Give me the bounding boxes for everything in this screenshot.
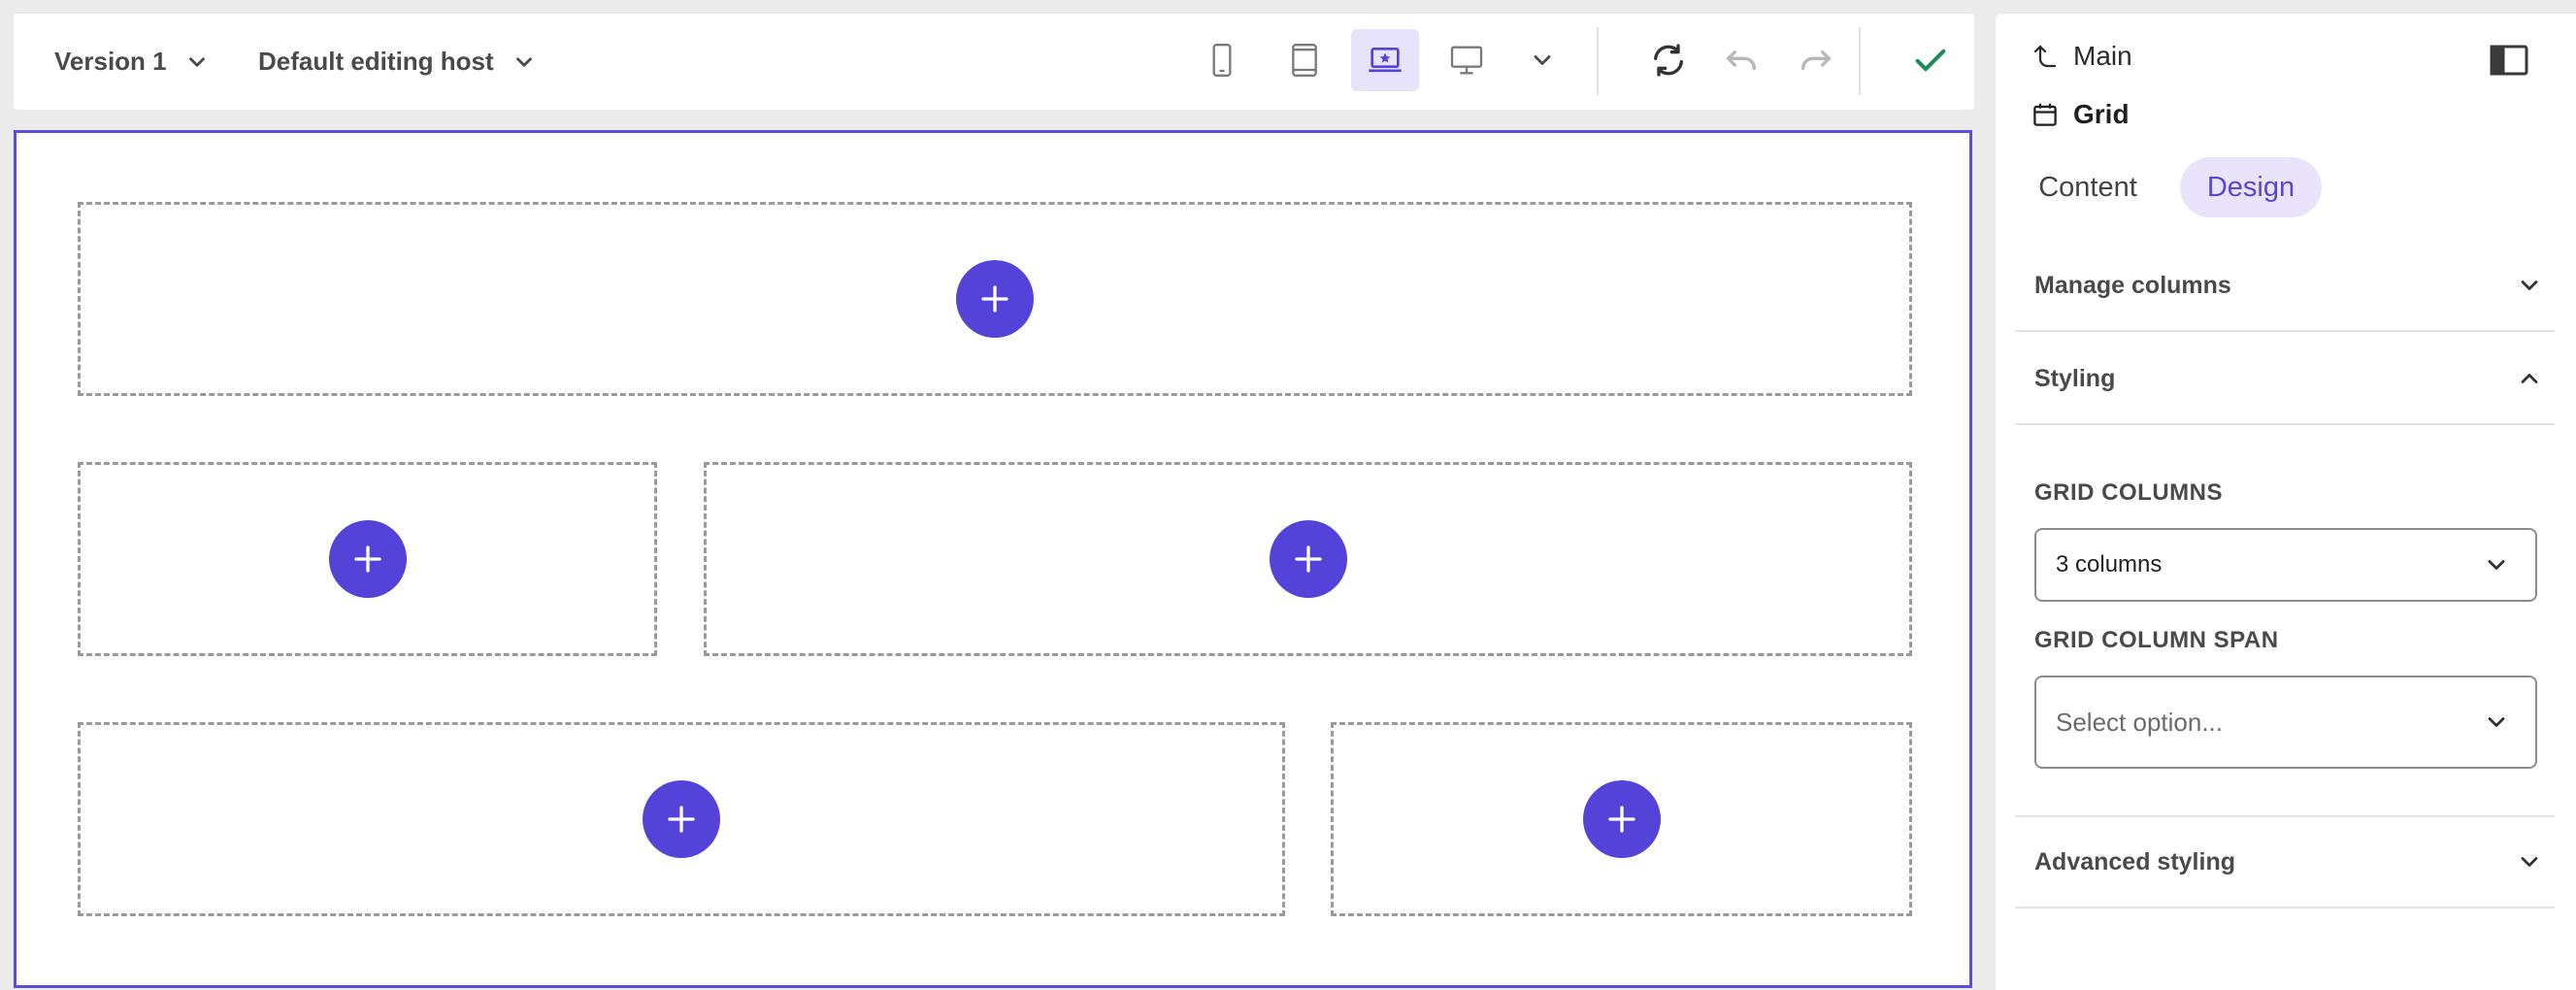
styling-section[interactable]: Styling	[2015, 334, 2555, 425]
calendar-icon	[2033, 103, 2057, 126]
breadcrumb-parent[interactable]: Main	[2031, 41, 2132, 72]
tablet-icon	[1292, 44, 1317, 77]
grid-slot	[1331, 722, 1912, 916]
grid-columns-label: GRID COLUMNS	[2034, 479, 2223, 506]
save-check-button[interactable]	[1897, 29, 1965, 91]
editor-toolbar: Version 1 Default editing host	[14, 14, 1974, 110]
plus-icon	[1607, 806, 1635, 833]
chevron-down-icon	[2521, 280, 2538, 290]
editing-host-label: Default editing host	[258, 47, 494, 76]
chevron-down-icon	[1534, 55, 1551, 65]
undo-button[interactable]	[1707, 29, 1775, 91]
device-desktop-button[interactable]	[1433, 29, 1501, 91]
device-more-button[interactable]	[1516, 29, 1569, 91]
breadcrumb-current-label: Grid	[2073, 99, 2130, 129]
grid-columns-value: 3 columns	[2056, 551, 2163, 578]
grid-column-span-label: GRID COLUMN SPAN	[2034, 627, 2279, 653]
manage-columns-label: Manage columns	[2034, 271, 2231, 299]
advanced-styling-label: Advanced styling	[2034, 847, 2235, 875]
version-dropdown[interactable]: Version 1	[54, 14, 210, 110]
toolbar-divider	[1597, 27, 1599, 95]
add-component-button[interactable]	[643, 780, 720, 858]
add-component-button[interactable]	[956, 260, 1034, 338]
chevron-down-icon	[2521, 857, 2538, 867]
undo-icon	[1727, 50, 1756, 71]
refresh-icon	[1654, 44, 1683, 77]
chevron-down-icon	[188, 56, 205, 67]
breadcrumb-parent-label: Main	[2073, 41, 2132, 71]
chevron-down-icon	[2488, 560, 2505, 570]
device-laptop-button[interactable]	[1351, 29, 1419, 91]
tab-content[interactable]: Content	[2015, 157, 2161, 217]
redo-button[interactable]	[1782, 29, 1850, 91]
desktop-icon	[1450, 46, 1483, 75]
sidebar-toggle-icon	[2490, 45, 2528, 76]
plus-icon	[668, 806, 695, 833]
grid-canvas	[14, 130, 1972, 988]
redo-icon	[1801, 50, 1831, 71]
breadcrumb-current: Grid	[2031, 99, 2130, 130]
toolbar-divider	[1859, 27, 1861, 95]
add-component-button[interactable]	[1269, 520, 1347, 598]
refresh-button[interactable]	[1635, 29, 1702, 91]
grid-slot	[78, 202, 1912, 396]
grid-slot	[704, 462, 1912, 656]
properties-panel: Main Grid Content Design Manage columns …	[1996, 14, 2576, 990]
manage-columns-section[interactable]: Manage columns	[2015, 241, 2555, 332]
return-arrow-icon	[2033, 45, 2057, 68]
laptop-icon	[1369, 48, 1402, 73]
grid-columns-select[interactable]: 3 columns	[2034, 528, 2537, 602]
chevron-up-icon	[2521, 374, 2538, 383]
grid-column-span-placeholder: Select option...	[2056, 707, 2223, 737]
phone-icon	[1212, 44, 1232, 77]
styling-label: Styling	[2034, 364, 2116, 392]
check-icon	[1915, 49, 1946, 72]
plus-icon	[353, 545, 381, 573]
chevron-down-icon	[2488, 717, 2505, 727]
grid-slot	[78, 462, 657, 656]
grid-slot	[78, 722, 1285, 916]
advanced-styling-section[interactable]: Advanced styling	[2015, 817, 2555, 908]
panel-toggle-button[interactable]	[2489, 43, 2529, 78]
chevron-down-icon	[515, 56, 532, 67]
plus-icon	[1294, 545, 1322, 573]
version-label: Version 1	[54, 47, 167, 76]
add-component-button[interactable]	[1582, 780, 1661, 858]
plus-icon	[981, 285, 1008, 313]
tab-design[interactable]: Design	[2180, 157, 2322, 217]
editing-host-dropdown[interactable]: Default editing host	[258, 14, 537, 110]
add-component-button[interactable]	[328, 520, 407, 598]
grid-column-span-select[interactable]: Select option...	[2034, 676, 2537, 769]
device-phone-button[interactable]	[1188, 29, 1256, 91]
device-tablet-button[interactable]	[1271, 29, 1338, 91]
